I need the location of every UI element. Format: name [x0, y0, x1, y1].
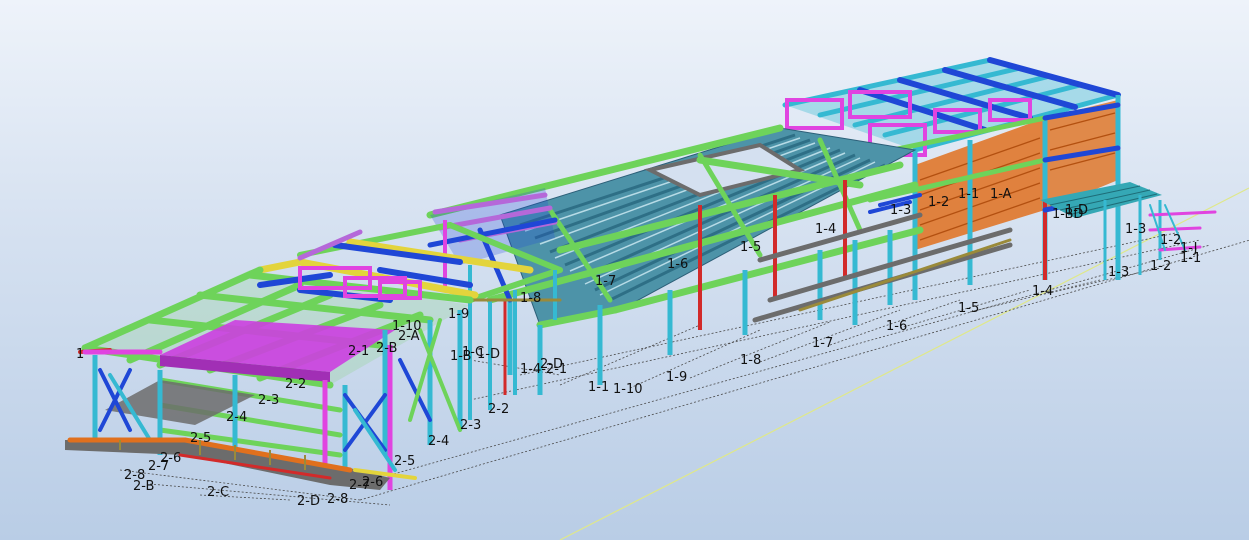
grid-label: 1-2 [1160, 233, 1181, 248]
grid-label: 1-4 [1032, 284, 1053, 299]
grid-label: 1-1 [588, 380, 609, 395]
grid-label: 1-D [477, 347, 500, 362]
grid-label: 2-5 [190, 431, 211, 446]
grid-label: 1-6 [667, 257, 688, 272]
grid-label: 1-6 [886, 319, 907, 334]
grid-label: 1-8 [520, 291, 541, 306]
grid-label: 1-1 [958, 187, 979, 202]
grid-label: 1-7 [595, 274, 616, 289]
grid-label: 2-7 [148, 459, 169, 474]
model-viewport[interactable]: 1-1 1-A 1-2 1-3 1-4 1-5 1-6 1-7 1-8 1-9 … [0, 0, 1249, 540]
grid-label: 1-3 [1108, 265, 1129, 280]
grid-label: 2-8 [327, 492, 348, 507]
grid-label: 1-4 [815, 222, 836, 237]
grid-label: 1-5 [740, 240, 761, 255]
grid-label: 2-1 [348, 344, 369, 359]
grid-label: 2-4 [226, 410, 247, 425]
grid-label: 1-8 [740, 353, 761, 368]
grid-label: 2-C [207, 485, 229, 500]
grid-label: 1-7 [812, 336, 833, 351]
grid-label: 2-A [398, 329, 420, 344]
grid-label: 1-2 [928, 195, 949, 210]
grid-label: 1-10 [613, 382, 643, 397]
grid-label: 1-2 [1150, 259, 1171, 274]
grid-label: 1-9 [448, 307, 469, 322]
grid-label: 2-3 [258, 393, 279, 408]
grid-label: 2-B [376, 341, 397, 356]
grid-label: 2-3 [460, 418, 481, 433]
grid-label: 2-D [297, 494, 320, 509]
grid-label: 1-3 [890, 203, 911, 218]
grid-label: 2-4 [428, 434, 449, 449]
grid-label: 2-6 [362, 475, 383, 490]
grid-label: 1 [76, 347, 84, 362]
grid-label: 2-D [540, 357, 563, 372]
grid-label: 1-1 [1180, 251, 1201, 266]
grid-label: 1-3 [1125, 222, 1146, 237]
grid-label: 1-D [1065, 203, 1088, 218]
grid-label: 2-2 [285, 377, 306, 392]
grid-label: 2-2 [488, 402, 509, 417]
grid-label: 2-B [133, 479, 154, 494]
structural-model-3d-view[interactable]: 1-1 1-A 1-2 1-3 1-4 1-5 1-6 1-7 1-8 1-9 … [0, 0, 1249, 540]
grid-label: 1-9 [666, 370, 687, 385]
grid-label: 2-5 [394, 454, 415, 469]
grid-label: 1-A [990, 187, 1012, 202]
grid-label: 1-5 [958, 301, 979, 316]
